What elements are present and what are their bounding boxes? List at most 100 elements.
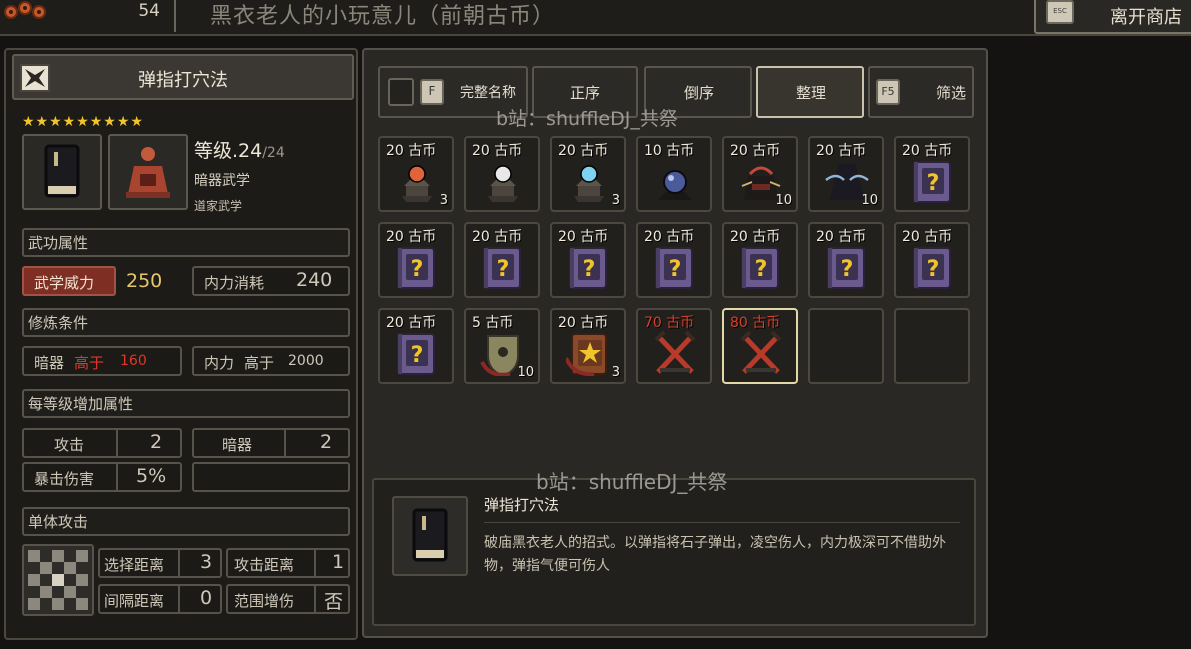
- cost-label: 内力消耗: [204, 274, 265, 292]
- item-price: 20 古币: [386, 143, 437, 159]
- shop-item-slot[interactable]: 20 古币: [464, 136, 540, 212]
- tab-organize-label: 整理: [796, 84, 827, 102]
- shop-item-slot[interactable]: 20 古币 3: [550, 308, 626, 384]
- svg-text:?: ?: [411, 257, 424, 282]
- requirements-header: 修炼条件: [22, 308, 350, 337]
- power-label-tag: 武学威力: [22, 266, 116, 296]
- item-price: 20 古币: [816, 143, 867, 159]
- detail-item-frame: [392, 496, 468, 576]
- shop-item-slot[interactable]: 70 古币: [636, 308, 712, 384]
- empty-attribute-cell: [192, 462, 350, 492]
- attack-range-label: 攻击距离: [234, 556, 295, 574]
- mystery-book-icon: ?: [913, 247, 951, 289]
- leave-shop-button[interactable]: ESC 离开商店: [1034, 0, 1191, 34]
- shop-item-slot[interactable]: ? 20 古币: [894, 136, 970, 212]
- item-quantity: 3: [611, 193, 620, 208]
- shop-item-slot[interactable]: 10 古币: [636, 136, 712, 212]
- dark-book-icon: [412, 508, 448, 562]
- detail-item-description: 破庙黑衣老人的招式。以弹指将石子弹出，凌空伤人，内力极深可不借助外物，弹指气便可…: [484, 535, 946, 574]
- skill-category: 暗器武学: [194, 173, 250, 189]
- shop-item-slot[interactable]: 20 古币 3: [378, 136, 454, 212]
- esc-key-icon: ESC: [1046, 0, 1074, 24]
- svg-text:?: ?: [411, 343, 424, 368]
- mystery-book-icon: ?: [913, 161, 951, 203]
- aoe-bonus-value: 否: [324, 591, 344, 613]
- seated-monk-icon: [126, 147, 170, 198]
- shop-title: 黑衣老人的小玩意儿（前朝古币）: [210, 4, 556, 29]
- mystery-book-icon: ?: [655, 247, 693, 289]
- aoe-bonus-label: 范围增伤: [234, 592, 295, 610]
- tab-descending-label: 倒序: [684, 84, 715, 102]
- mystery-book-icon: ?: [827, 247, 865, 289]
- hidden-weapon-label: 暗器: [222, 436, 253, 454]
- tab-organize[interactable]: 整理: [756, 66, 864, 118]
- item-price: 10 古币: [644, 143, 695, 159]
- interval-value: 0: [200, 587, 213, 609]
- svg-text:?: ?: [583, 257, 596, 282]
- range-pattern-icon: [24, 546, 92, 614]
- shop-item-slot[interactable]: 20 古币 3: [550, 136, 626, 212]
- svg-text:?: ?: [497, 257, 510, 282]
- mystery-book-icon: ?: [741, 247, 779, 289]
- item-detail-box: 弹指打穴法 破庙黑衣老人的招式。以弹指将石子弹出，凌空伤人，内力极深可不借助外物…: [372, 478, 976, 626]
- req1-value: 160: [120, 353, 147, 369]
- filter-button[interactable]: F5 筛选: [868, 66, 974, 118]
- money-display: 54: [52, 0, 176, 32]
- red-gem-pedestal-icon: [402, 165, 432, 202]
- skill-level-max: /24: [262, 145, 285, 161]
- shop-item-slot[interactable]: ? 20 古币: [722, 222, 798, 298]
- crit-value: 5%: [136, 465, 167, 487]
- detail-item-name: 弹指打穴法: [484, 496, 560, 514]
- tab-ascending-label: 正序: [570, 84, 601, 102]
- shop-item-slot[interactable]: ? 20 古币: [464, 222, 540, 298]
- money-value: 54: [138, 1, 160, 21]
- mystery-book-icon: ?: [397, 333, 435, 375]
- skill-header: 弹指打穴法: [12, 54, 354, 100]
- shop-item-slot[interactable]: 80 古币: [722, 308, 798, 384]
- per-level-header: 每等级增加属性: [22, 389, 350, 418]
- select-range-label: 选择距离: [104, 556, 165, 574]
- empty-item-slot[interactable]: [808, 308, 884, 384]
- dark-orb-icon: [658, 170, 692, 200]
- req1-compare: 高于: [74, 354, 105, 372]
- coin-stack-icon: [4, 1, 46, 19]
- item-price: 70 古币: [644, 315, 695, 331]
- dark-book-icon: [44, 144, 80, 198]
- shop-item-slot[interactable]: ? 20 古币: [378, 308, 454, 384]
- item-grid: 20 古币 3 20 古币 20 古币 3 10 古币 20 古币 10 20 古币 10? 20 …: [378, 136, 978, 386]
- requirement-2: 内力 高于 2000: [192, 346, 350, 376]
- detail-divider: [484, 522, 960, 523]
- shop-item-slot[interactable]: ? 20 古币: [808, 222, 884, 298]
- shop-item-slot[interactable]: ? 20 古币: [378, 222, 454, 298]
- crit-label: 暴击伤害: [34, 470, 95, 488]
- skill-title: 弹指打穴法: [138, 70, 228, 91]
- cost-cell: 内力消耗 240: [192, 266, 350, 296]
- interval-cell: 间隔距离 0: [98, 584, 222, 614]
- shop-item-slot[interactable]: ? 20 古币: [550, 222, 626, 298]
- select-range-value: 3: [200, 551, 213, 573]
- item-price: 20 古币: [730, 143, 781, 159]
- empty-item-slot[interactable]: [894, 308, 970, 384]
- attack-label: 攻击: [54, 436, 85, 454]
- full-name-checkbox[interactable]: [388, 78, 414, 106]
- interval-label: 间隔距离: [104, 592, 165, 610]
- skill-level-current: 等级.24: [194, 140, 263, 162]
- mystery-book-icon: ?: [569, 247, 607, 289]
- shop-item-slot[interactable]: 20 古币 10: [722, 136, 798, 212]
- filter-label: 筛选: [936, 84, 967, 102]
- shop-item-slot[interactable]: ? 20 古币: [894, 222, 970, 298]
- shop-item-slot[interactable]: 5 古币 10: [464, 308, 540, 384]
- mystery-book-icon: ?: [483, 247, 521, 289]
- shop-item-slot[interactable]: 20 古币 10: [808, 136, 884, 212]
- req2-value: 2000: [288, 353, 324, 369]
- attack-range-value: 1: [332, 551, 345, 573]
- skill-star-rating: ★★★★★★★★★: [22, 114, 144, 130]
- crossed-swords-icon: [654, 330, 696, 374]
- shop-item-slot[interactable]: ? 20 古币: [636, 222, 712, 298]
- item-price: 20 古币: [386, 229, 437, 245]
- item-price: 20 古币: [472, 229, 523, 245]
- power-label: 武学威力: [34, 274, 95, 292]
- item-price: 20 古币: [386, 315, 437, 331]
- hidden-weapon-value: 2: [320, 431, 333, 453]
- target-type-header: 单体攻击: [22, 507, 350, 536]
